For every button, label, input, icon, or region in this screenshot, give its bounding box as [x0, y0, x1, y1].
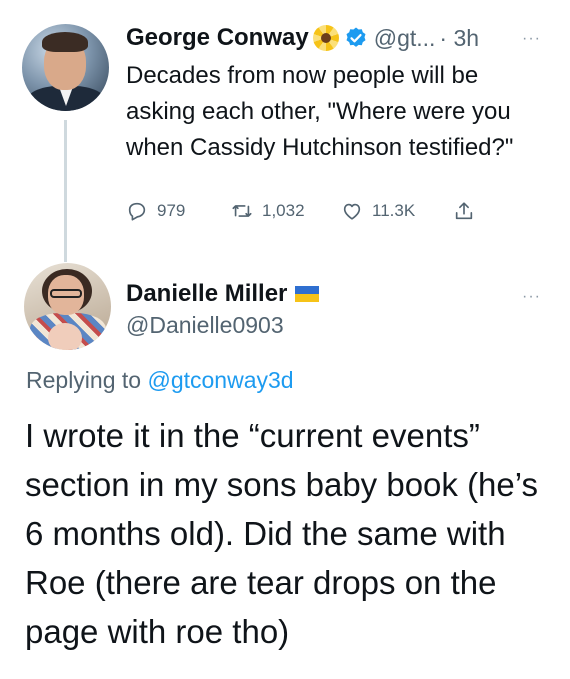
tweet1-more-options-icon[interactable]: ···	[522, 30, 541, 48]
thread-connector-line	[64, 120, 67, 262]
avatar-glasses	[50, 289, 82, 298]
tweet2-handle[interactable]: @Danielle0903	[126, 312, 284, 339]
reply-button[interactable]: 979	[126, 200, 231, 222]
tweet1-action-bar: 979 1,032 11.3K	[126, 200, 475, 222]
like-count: 11.3K	[372, 201, 416, 220]
reply-count: 979	[157, 201, 186, 220]
retweet-icon	[232, 205, 252, 217]
share-icon	[455, 202, 473, 220]
sunflower-icon	[312, 25, 339, 51]
retweet-count: 1,032	[262, 201, 305, 220]
retweet-button[interactable]: 1,032	[231, 200, 341, 222]
reply-icon	[128, 202, 146, 221]
replying-to-line: Replying to @gtconway3d	[26, 367, 294, 394]
tweet2-more-options-icon[interactable]: ···	[522, 288, 541, 306]
replying-prefix: Replying to	[26, 367, 142, 393]
heart-icon	[343, 203, 361, 220]
verified-badge-icon	[346, 27, 366, 47]
share-button[interactable]	[453, 200, 475, 222]
tweet1-handle[interactable]: @gt...	[374, 25, 436, 52]
avatar-baby	[48, 323, 82, 350]
tweet2-header: Danielle Miller	[126, 280, 320, 308]
ukraine-flag-icon	[295, 286, 320, 302]
replying-to-mention-link[interactable]: @gtconway3d	[147, 367, 293, 393]
tweet1-author-name[interactable]: George Conway	[126, 24, 309, 52]
tweet1-header: George Conway @gt... · 3h	[126, 22, 479, 54]
danielle-miller-avatar[interactable]	[24, 263, 111, 350]
george-conway-avatar[interactable]	[22, 24, 109, 111]
tweet2-author-name[interactable]: Danielle Miller	[126, 280, 287, 308]
tweet1-text: Decades from now people will be asking e…	[126, 62, 514, 161]
avatar-hair	[42, 32, 88, 52]
like-button[interactable]: 11.3K	[341, 200, 453, 222]
tweet1-timestamp[interactable]: · 3h	[439, 25, 479, 52]
tweet2-text: I wrote it in the “current events” secti…	[25, 417, 538, 650]
